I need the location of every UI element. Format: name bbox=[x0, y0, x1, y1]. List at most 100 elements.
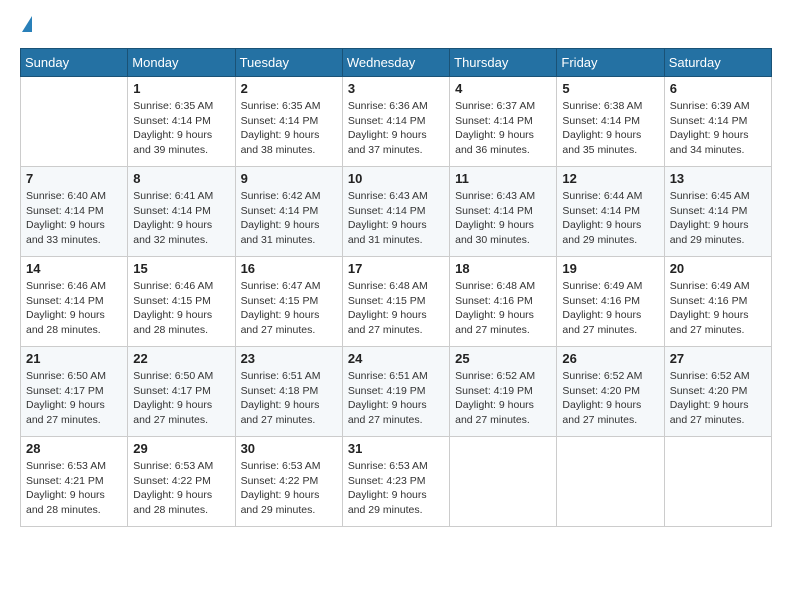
day-info: Sunrise: 6:48 AM Sunset: 4:15 PM Dayligh… bbox=[348, 279, 444, 338]
calendar-week-row: 28 Sunrise: 6:53 AM Sunset: 4:21 PM Dayli… bbox=[21, 437, 772, 527]
day-info: Sunrise: 6:49 AM Sunset: 4:16 PM Dayligh… bbox=[670, 279, 766, 338]
day-number: 5 bbox=[562, 81, 658, 96]
calendar-day-cell: 2Sunrise: 6:35 AM Sunset: 4:14 PM Daylig… bbox=[235, 77, 342, 167]
calendar-day-cell: 20 Sunrise: 6:49 AM Sunset: 4:16 PM Dayli… bbox=[664, 257, 771, 347]
weekday-header-thursday: Thursday bbox=[450, 49, 557, 77]
day-number: 1 bbox=[133, 81, 229, 96]
day-number: 17 bbox=[348, 261, 444, 276]
weekday-header-saturday: Saturday bbox=[664, 49, 771, 77]
weekday-header-friday: Friday bbox=[557, 49, 664, 77]
calendar-day-cell bbox=[21, 77, 128, 167]
calendar-day-cell: 9 Sunrise: 6:42 AM Sunset: 4:14 PM Daylig… bbox=[235, 167, 342, 257]
calendar-day-cell: 30Sunrise: 6:53 AM Sunset: 4:22 PM Dayli… bbox=[235, 437, 342, 527]
day-number: 23 bbox=[241, 351, 337, 366]
day-info: Sunrise: 6:50 AM Sunset: 4:17 PM Dayligh… bbox=[26, 369, 122, 428]
day-info: Sunrise: 6:38 AM Sunset: 4:14 PM Dayligh… bbox=[562, 99, 658, 158]
day-number: 22 bbox=[133, 351, 229, 366]
day-info: Sunrise: 6:44 AM Sunset: 4:14 PM Dayligh… bbox=[562, 189, 658, 248]
calendar-day-cell: 12 Sunrise: 6:44 AM Sunset: 4:14 PM Dayli… bbox=[557, 167, 664, 257]
day-info: Sunrise: 6:35 AM Sunset: 4:14 PM Dayligh… bbox=[133, 99, 229, 158]
calendar-day-cell: 4 Sunrise: 6:37 AM Sunset: 4:14 PM Daylig… bbox=[450, 77, 557, 167]
calendar-day-cell: 10 Sunrise: 6:43 AM Sunset: 4:14 PM Dayli… bbox=[342, 167, 449, 257]
day-number: 20 bbox=[670, 261, 766, 276]
calendar-day-cell: 17 Sunrise: 6:48 AM Sunset: 4:15 PM Dayli… bbox=[342, 257, 449, 347]
day-info: Sunrise: 6:53 AM Sunset: 4:23 PM Dayligh… bbox=[348, 459, 444, 518]
calendar-day-cell: 28 Sunrise: 6:53 AM Sunset: 4:21 PM Dayli… bbox=[21, 437, 128, 527]
calendar-day-cell: 26 Sunrise: 6:52 AM Sunset: 4:20 PM Dayli… bbox=[557, 347, 664, 437]
day-info: Sunrise: 6:48 AM Sunset: 4:16 PM Dayligh… bbox=[455, 279, 551, 338]
day-info: Sunrise: 6:53 AM Sunset: 4:22 PM Dayligh… bbox=[133, 459, 229, 518]
day-info: Sunrise: 6:51 AM Sunset: 4:18 PM Dayligh… bbox=[241, 369, 337, 428]
calendar-day-cell: 8 Sunrise: 6:41 AM Sunset: 4:14 PM Daylig… bbox=[128, 167, 235, 257]
day-info: Sunrise: 6:52 AM Sunset: 4:20 PM Dayligh… bbox=[670, 369, 766, 428]
day-number: 8 bbox=[133, 171, 229, 186]
day-info: Sunrise: 6:50 AM Sunset: 4:17 PM Dayligh… bbox=[133, 369, 229, 428]
calendar-week-row: 21 Sunrise: 6:50 AM Sunset: 4:17 PM Dayli… bbox=[21, 347, 772, 437]
calendar-day-cell: 29 Sunrise: 6:53 AM Sunset: 4:22 PM Dayli… bbox=[128, 437, 235, 527]
calendar-day-cell: 25 Sunrise: 6:52 AM Sunset: 4:19 PM Dayli… bbox=[450, 347, 557, 437]
day-number: 3 bbox=[348, 81, 444, 96]
day-number: 14 bbox=[26, 261, 122, 276]
day-info: Sunrise: 6:49 AM Sunset: 4:16 PM Dayligh… bbox=[562, 279, 658, 338]
calendar-day-cell: 15Sunrise: 6:46 AM Sunset: 4:15 PM Dayli… bbox=[128, 257, 235, 347]
day-number: 2 bbox=[241, 81, 337, 96]
calendar-day-cell bbox=[664, 437, 771, 527]
calendar-day-cell: 23 Sunrise: 6:51 AM Sunset: 4:18 PM Dayli… bbox=[235, 347, 342, 437]
day-info: Sunrise: 6:41 AM Sunset: 4:14 PM Dayligh… bbox=[133, 189, 229, 248]
day-info: Sunrise: 6:53 AM Sunset: 4:21 PM Dayligh… bbox=[26, 459, 122, 518]
calendar-day-cell: 22 Sunrise: 6:50 AM Sunset: 4:17 PM Dayli… bbox=[128, 347, 235, 437]
page-header bbox=[20, 20, 772, 32]
day-info: Sunrise: 6:52 AM Sunset: 4:19 PM Dayligh… bbox=[455, 369, 551, 428]
day-number: 18 bbox=[455, 261, 551, 276]
calendar-table: SundayMondayTuesdayWednesdayThursdayFrid… bbox=[20, 48, 772, 527]
day-number: 9 bbox=[241, 171, 337, 186]
calendar-day-cell: 11 Sunrise: 6:43 AM Sunset: 4:14 PM Dayli… bbox=[450, 167, 557, 257]
calendar-day-cell: 21 Sunrise: 6:50 AM Sunset: 4:17 PM Dayli… bbox=[21, 347, 128, 437]
weekday-header-monday: Monday bbox=[128, 49, 235, 77]
day-info: Sunrise: 6:43 AM Sunset: 4:14 PM Dayligh… bbox=[348, 189, 444, 248]
calendar-week-row: 1 Sunrise: 6:35 AM Sunset: 4:14 PM Daylig… bbox=[21, 77, 772, 167]
day-number: 12 bbox=[562, 171, 658, 186]
day-info: Sunrise: 6:42 AM Sunset: 4:14 PM Dayligh… bbox=[241, 189, 337, 248]
calendar-day-cell: 14Sunrise: 6:46 AM Sunset: 4:14 PM Dayli… bbox=[21, 257, 128, 347]
calendar-day-cell: 6Sunrise: 6:39 AM Sunset: 4:14 PM Daylig… bbox=[664, 77, 771, 167]
weekday-header-wednesday: Wednesday bbox=[342, 49, 449, 77]
day-number: 13 bbox=[670, 171, 766, 186]
calendar-day-cell: 7Sunrise: 6:40 AM Sunset: 4:14 PM Daylig… bbox=[21, 167, 128, 257]
day-number: 11 bbox=[455, 171, 551, 186]
weekday-header-tuesday: Tuesday bbox=[235, 49, 342, 77]
day-number: 26 bbox=[562, 351, 658, 366]
day-info: Sunrise: 6:46 AM Sunset: 4:15 PM Dayligh… bbox=[133, 279, 229, 338]
weekday-header-sunday: Sunday bbox=[21, 49, 128, 77]
calendar-day-cell: 19Sunrise: 6:49 AM Sunset: 4:16 PM Dayli… bbox=[557, 257, 664, 347]
day-number: 10 bbox=[348, 171, 444, 186]
calendar-day-cell: 16 Sunrise: 6:47 AM Sunset: 4:15 PM Dayli… bbox=[235, 257, 342, 347]
day-info: Sunrise: 6:51 AM Sunset: 4:19 PM Dayligh… bbox=[348, 369, 444, 428]
day-info: Sunrise: 6:37 AM Sunset: 4:14 PM Dayligh… bbox=[455, 99, 551, 158]
day-info: Sunrise: 6:45 AM Sunset: 4:14 PM Dayligh… bbox=[670, 189, 766, 248]
day-number: 25 bbox=[455, 351, 551, 366]
calendar-day-cell: 31 Sunrise: 6:53 AM Sunset: 4:23 PM Dayli… bbox=[342, 437, 449, 527]
day-info: Sunrise: 6:43 AM Sunset: 4:14 PM Dayligh… bbox=[455, 189, 551, 248]
day-number: 31 bbox=[348, 441, 444, 456]
day-number: 16 bbox=[241, 261, 337, 276]
calendar-day-cell bbox=[450, 437, 557, 527]
day-number: 24 bbox=[348, 351, 444, 366]
calendar-week-row: 14Sunrise: 6:46 AM Sunset: 4:14 PM Dayli… bbox=[21, 257, 772, 347]
calendar-week-row: 7Sunrise: 6:40 AM Sunset: 4:14 PM Daylig… bbox=[21, 167, 772, 257]
day-info: Sunrise: 6:47 AM Sunset: 4:15 PM Dayligh… bbox=[241, 279, 337, 338]
calendar-day-cell: 27Sunrise: 6:52 AM Sunset: 4:20 PM Dayli… bbox=[664, 347, 771, 437]
day-info: Sunrise: 6:52 AM Sunset: 4:20 PM Dayligh… bbox=[562, 369, 658, 428]
day-number: 21 bbox=[26, 351, 122, 366]
calendar-day-cell: 1 Sunrise: 6:35 AM Sunset: 4:14 PM Daylig… bbox=[128, 77, 235, 167]
day-info: Sunrise: 6:36 AM Sunset: 4:14 PM Dayligh… bbox=[348, 99, 444, 158]
day-number: 29 bbox=[133, 441, 229, 456]
calendar-day-cell: 13 Sunrise: 6:45 AM Sunset: 4:14 PM Dayli… bbox=[664, 167, 771, 257]
logo-triangle-icon bbox=[22, 16, 32, 32]
calendar-day-cell: 5 Sunrise: 6:38 AM Sunset: 4:14 PM Daylig… bbox=[557, 77, 664, 167]
calendar-day-cell: 18 Sunrise: 6:48 AM Sunset: 4:16 PM Dayli… bbox=[450, 257, 557, 347]
day-info: Sunrise: 6:53 AM Sunset: 4:22 PM Dayligh… bbox=[241, 459, 337, 518]
day-number: 28 bbox=[26, 441, 122, 456]
calendar-day-cell bbox=[557, 437, 664, 527]
day-number: 4 bbox=[455, 81, 551, 96]
